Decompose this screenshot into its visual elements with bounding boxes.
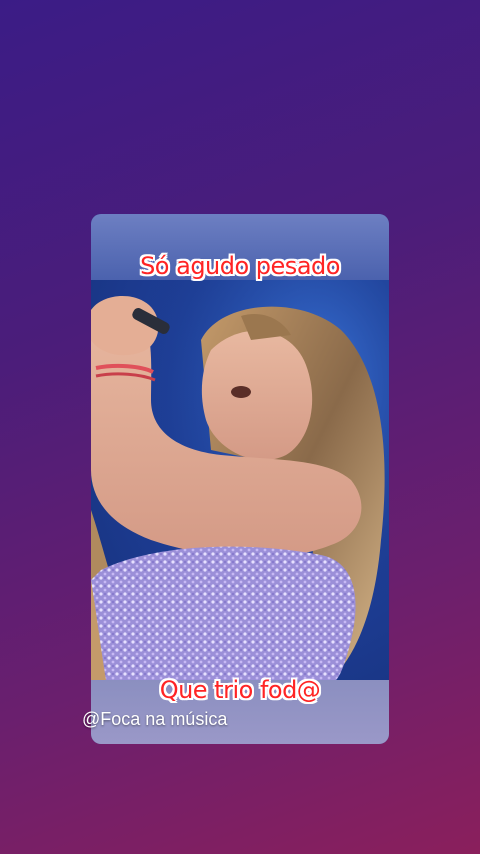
- caption-bottom: Que trio fod@: [159, 676, 321, 704]
- singer-performance-photo: [91, 280, 389, 680]
- watermark-handle: @Foca na música: [82, 709, 228, 729]
- story-video-card[interactable]: Só agudo pesado Que trio fod@: [91, 214, 389, 744]
- caption-top: Só agudo pesado: [140, 252, 340, 280]
